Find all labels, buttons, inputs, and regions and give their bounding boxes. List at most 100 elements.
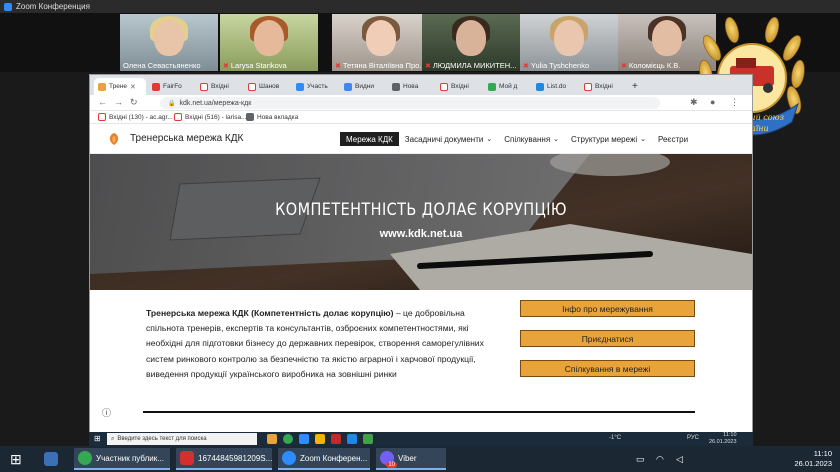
address-row: ← → ↻ 🔒 kdk.net.ua/мережа-кдк ✱ ● ⋮	[90, 95, 752, 111]
tab-active[interactable]: Трене ✕	[94, 78, 146, 95]
menu-item-documents[interactable]: Засадничі документи ⌄	[399, 132, 498, 146]
new-tab-button[interactable]: +	[628, 78, 642, 95]
taskbar-viber-window[interactable]: 10 Viber	[376, 448, 446, 470]
browser-tab[interactable]: Шанов	[244, 78, 292, 95]
mic-muted-icon: ✖	[523, 62, 529, 70]
chevron-down-icon: ⌄	[640, 136, 646, 143]
participant-name: Тетяна Віталіївна Про...	[342, 61, 426, 70]
close-icon[interactable]: ✕	[130, 83, 136, 91]
wifi-icon[interactable]: ◠	[656, 454, 664, 465]
app-icon[interactable]	[267, 434, 277, 444]
network-info-button[interactable]: Інфо про мережування	[520, 300, 695, 317]
site-favicon-icon	[98, 82, 106, 91]
lock-icon: 🔒	[168, 100, 176, 107]
notification-badge: 10	[386, 462, 397, 468]
reload-icon[interactable]: ↻	[130, 97, 138, 108]
participant-tile[interactable]: ✖ Yulia Tyshchenko	[520, 14, 618, 71]
bookmark-item[interactable]: Вхідні (130) - ac.agr...	[98, 113, 173, 121]
browser-tab[interactable]: Мой д	[484, 78, 532, 95]
bookmark-item[interactable]: Вхідні (516) - larisa...	[174, 113, 247, 121]
main-menu: Мережа КДК Засадничі документи ⌄ Спілкува…	[340, 132, 694, 146]
tab-strip: Трене ✕ FairFo Вхідні Шанов Участь Видни …	[90, 75, 752, 95]
info-icon[interactable]: ⓘ	[102, 406, 111, 419]
app-icon[interactable]	[331, 434, 341, 444]
browser-tab[interactable]: Видни	[340, 78, 388, 95]
participant-name: Коломієць К.В.	[628, 61, 681, 70]
participant-name: Larysa Starikova	[230, 61, 287, 70]
hero-background-image	[90, 154, 752, 290]
browser-tab[interactable]: Нова	[388, 78, 436, 95]
mic-muted-icon: ✖	[621, 62, 627, 70]
pdf-icon	[180, 451, 194, 465]
bookmarks-bar: Вхідні (130) - ac.agr... Вхідні (516) - …	[90, 111, 752, 124]
taskbar-search-box[interactable]: ⌕ Введите здесь текст для поиска	[107, 433, 257, 445]
site-logo-icon[interactable]	[106, 131, 122, 147]
mic-muted-icon: ✖	[335, 62, 341, 70]
chrome-icon[interactable]	[283, 434, 293, 444]
browser-tab[interactable]: Участь	[292, 78, 340, 95]
menu-item-network[interactable]: Мережа КДК	[340, 132, 399, 146]
profile-icon[interactable]: ●	[710, 97, 715, 107]
hero-url: www.kdk.net.ua	[379, 228, 463, 240]
participant-tile[interactable]: ✖ Larysa Starikova	[220, 14, 318, 71]
chevron-down-icon: ⌄	[486, 136, 493, 143]
participant-tile[interactable]: Олена Севастьяненко	[120, 14, 218, 71]
address-bar[interactable]: 🔒 kdk.net.ua/мережа-кдк	[160, 97, 660, 109]
search-icon: ⌕	[111, 435, 115, 442]
viber-icon: 10	[380, 451, 397, 468]
shared-screen-taskbar: ⊞ ⌕ Введите здесь текст для поиска -1°C …	[89, 432, 753, 446]
participant-tile[interactable]: ✖ ЛЮДМИЛА МИКИТЕН...	[422, 14, 520, 71]
mic-muted-icon: ✖	[223, 62, 229, 70]
hero-title: КОМПЕТЕНТНІСТЬ ДОЛАЄ КОРУПЦІЮ	[275, 200, 567, 220]
windows-taskbar: ⊞ Участник публик... 16744845981209S... …	[0, 446, 840, 472]
back-icon[interactable]: ←	[98, 97, 107, 107]
zoom-icon	[282, 451, 296, 465]
menu-item-communication[interactable]: Спілкування ⌄	[498, 132, 565, 146]
chevron-down-icon: ⌄	[553, 136, 560, 143]
site-header: Тренерська мережа КДК Мережа КДК Засадни…	[90, 124, 752, 154]
browser-tab[interactable]: FairFo	[148, 78, 196, 95]
browser-tab[interactable]: Вхідні	[196, 78, 244, 95]
inner-clock-time: 11:10	[723, 432, 737, 438]
taskbar-zoom-window[interactable]: Zoom Конферен...	[278, 448, 370, 470]
language-flag-icon[interactable]: ▭	[636, 454, 645, 465]
extensions-icon[interactable]: ✱	[690, 97, 698, 108]
app-icon[interactable]	[363, 434, 373, 444]
site-title[interactable]: Тренерська мережа КДК	[130, 133, 243, 144]
bookmark-item[interactable]: Нова вкладка	[246, 113, 298, 121]
content-section: Тренерська мережа КДК (Компетентність до…	[90, 290, 752, 433]
network-chat-button[interactable]: Спілкування в мережі	[520, 360, 695, 377]
taskbar-clock[interactable]: 11:10 26.01.2023	[794, 449, 832, 469]
zoom-title: Zoom Конференция	[16, 2, 90, 11]
inner-clock-date: 26.01.2023	[709, 439, 737, 445]
app-icon[interactable]	[299, 434, 309, 444]
zoom-icon	[4, 2, 12, 11]
forward-icon[interactable]: →	[114, 97, 123, 107]
volume-icon[interactable]: ◁	[676, 454, 683, 465]
save-icon[interactable]	[40, 448, 62, 470]
menu-icon[interactable]: ⋮	[730, 97, 739, 108]
url-text: kdk.net.ua/мережа-кдк	[179, 99, 252, 107]
participant-name: Олена Севастьяненко	[123, 61, 201, 70]
participant-tile[interactable]: ✖ Тетяна Віталіївна Про...	[332, 14, 430, 71]
windows-start-icon[interactable]: ⊞	[6, 448, 26, 470]
taskbar-chrome-window[interactable]: Участник публик...	[74, 448, 170, 470]
hero-banner: КОМПЕТЕНТНІСТЬ ДОЛАЄ КОРУПЦІЮ www.kdk.ne…	[90, 154, 752, 290]
divider	[143, 411, 695, 413]
menu-item-structures[interactable]: Структури мережі ⌄	[565, 132, 652, 146]
participant-name: Yulia Tyshchenko	[530, 61, 590, 70]
language-indicator[interactable]: РУС	[687, 435, 699, 441]
browser-tab[interactable]: List.do	[532, 78, 580, 95]
join-button[interactable]: Приєднатися	[520, 330, 695, 347]
app-icon[interactable]	[347, 434, 357, 444]
intro-paragraph: Тренерська мережа КДК (Компетентність до…	[146, 308, 484, 379]
browser-tab[interactable]: Вхідні	[580, 78, 628, 95]
folder-icon[interactable]	[315, 434, 325, 444]
browser-window: Трене ✕ FairFo Вхідні Шанов Участь Видни …	[89, 74, 753, 433]
weather-temp[interactable]: -1°C	[609, 435, 621, 441]
taskbar-pdf-window[interactable]: 16744845981209S...	[176, 448, 272, 470]
menu-item-registers[interactable]: Реєстри	[652, 132, 694, 146]
chrome-icon	[78, 451, 92, 465]
browser-tab[interactable]: Вхідні	[436, 78, 484, 95]
windows-start-icon[interactable]: ⊞	[94, 434, 101, 443]
